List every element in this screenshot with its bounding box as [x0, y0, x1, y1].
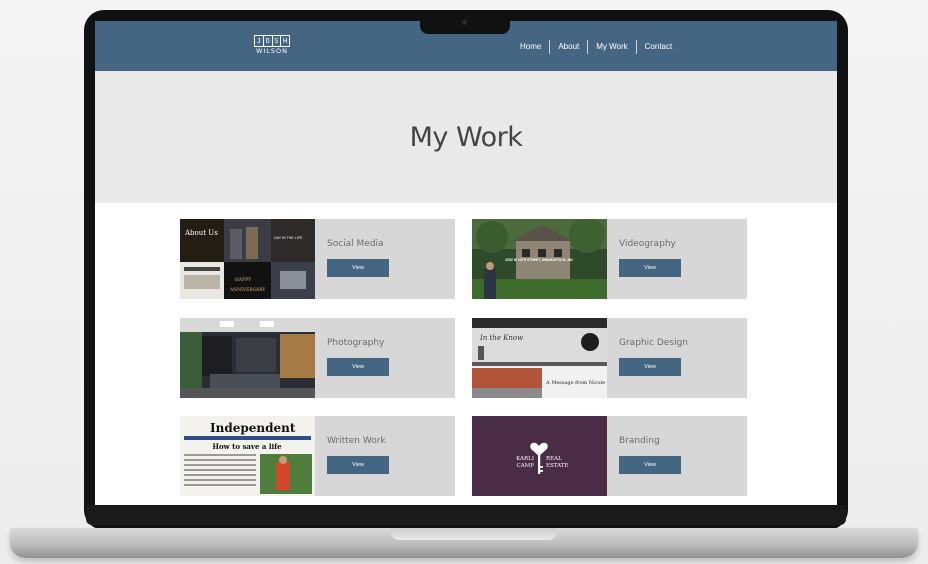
- view-photography-button[interactable]: View: [327, 358, 389, 376]
- camera-icon: [462, 20, 467, 25]
- thumb-text: In the Know: [479, 334, 523, 342]
- card-title: Branding: [619, 436, 660, 446]
- work-card-graphic-design: In the Know A Message from Nicole Graphi…: [472, 318, 747, 398]
- thumb-text: KARLI: [516, 456, 534, 462]
- site-logo[interactable]: J O S H WILSON: [254, 35, 290, 56]
- logo-letter: H: [283, 37, 288, 45]
- work-card-written-work: Independent How to save a life Written W…: [180, 416, 455, 496]
- logo-letter: S: [273, 36, 282, 46]
- view-written-work-button[interactable]: View: [327, 456, 389, 474]
- thumb-text: HAPPY: [235, 277, 252, 283]
- nav-about[interactable]: About: [549, 40, 587, 54]
- nav-contact[interactable]: Contact: [635, 40, 681, 54]
- work-card-branding: KARLI CAMP REAL ESTATE Branding View: [472, 416, 747, 496]
- page-title: My Work: [409, 121, 523, 153]
- card-title: Social Media: [327, 239, 384, 249]
- card-title: Graphic Design: [619, 338, 688, 348]
- thumb-text: 2352 W 24TH STREET, MINNEAPOLIS, MN: [505, 258, 573, 262]
- card-title: Photography: [327, 338, 385, 348]
- thumb-text: ANNIVERSARY: [229, 287, 266, 293]
- logo-letter: J: [255, 36, 264, 46]
- view-social-media-button[interactable]: View: [327, 259, 389, 277]
- thumb-text: ESTATE: [546, 463, 569, 469]
- social-media-collage-image: About Us DAY IN THE LIFE HAPPY ANNIVERSA…: [180, 219, 315, 299]
- work-card-videography: 2352 W 24TH STREET, MINNEAPOLIS, MN Vide…: [472, 219, 747, 299]
- thumb-text: How to save a life: [212, 442, 282, 451]
- card-title: Written Work: [327, 436, 386, 446]
- thumbnail-graphic-design[interactable]: In the Know A Message from Nicole: [472, 318, 607, 398]
- photography-interior-image: [180, 318, 315, 398]
- laptop-screen: J O S H WILSON Home About My Work Contac…: [95, 21, 837, 505]
- thumbnail-social-media[interactable]: About Us DAY IN THE LIFE HAPPY ANNIVERSA…: [180, 219, 315, 299]
- thumbnail-photography[interactable]: [180, 318, 315, 398]
- thumbnail-videography[interactable]: 2352 W 24TH STREET, MINNEAPOLIS, MN: [472, 219, 607, 299]
- videography-house-image: 2352 W 24TH STREET, MINNEAPOLIS, MN: [472, 219, 607, 299]
- graphic-design-newsletter-image: In the Know A Message from Nicole: [472, 318, 607, 398]
- screen-bottom-bezel: [86, 505, 846, 525]
- logo-letter: O: [264, 36, 273, 46]
- thumb-text: About Us: [184, 229, 218, 237]
- thumb-text: DAY IN THE LIFE: [274, 236, 303, 240]
- main-nav: Home About My Work Contact: [517, 40, 680, 54]
- thumb-text: CAMP: [516, 463, 534, 469]
- work-card-photography: Photography View: [180, 318, 455, 398]
- nav-my-work[interactable]: My Work: [587, 40, 635, 54]
- thumb-text: REAL: [546, 456, 562, 462]
- view-branding-button[interactable]: View: [619, 456, 681, 474]
- nav-home[interactable]: Home: [517, 40, 549, 54]
- laptop-opening-notch: [390, 528, 558, 540]
- laptop-base: [10, 528, 918, 558]
- card-title: Videography: [619, 239, 676, 249]
- hero-banner: My Work: [95, 71, 837, 203]
- logo-surname: WILSON: [255, 47, 289, 55]
- written-work-newspaper-image: Independent How to save a life: [180, 416, 315, 496]
- logo-letters: J O S H: [254, 35, 290, 47]
- thumbnail-branding[interactable]: KARLI CAMP REAL ESTATE: [472, 416, 607, 496]
- thumbnail-written-work[interactable]: Independent How to save a life: [180, 416, 315, 496]
- work-card-social-media: About Us DAY IN THE LIFE HAPPY ANNIVERSA…: [180, 219, 455, 299]
- thumb-text: Independent: [210, 421, 296, 435]
- view-videography-button[interactable]: View: [619, 259, 681, 277]
- camera-notch: [420, 14, 510, 34]
- branding-logo-image: KARLI CAMP REAL ESTATE: [472, 416, 607, 496]
- view-graphic-design-button[interactable]: View: [619, 358, 681, 376]
- thumb-text: A Message from Nicole: [545, 380, 605, 386]
